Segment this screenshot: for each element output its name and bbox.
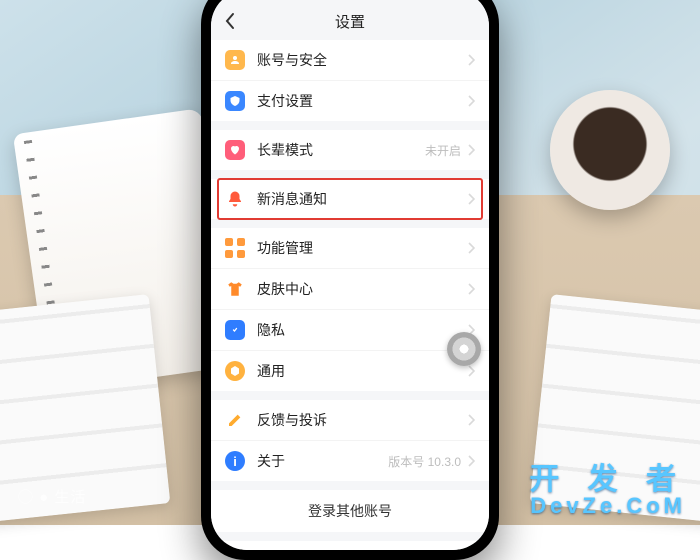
section-separator	[211, 391, 489, 400]
row-feature-management[interactable]: 功能管理	[211, 228, 489, 269]
row-elder-mode[interactable]: 长辈模式 未开启	[211, 130, 489, 170]
chevron-right-icon	[467, 95, 475, 107]
person-icon	[225, 50, 245, 70]
row-label: 关于	[257, 451, 388, 471]
pencil-icon	[225, 410, 245, 430]
chevron-right-icon	[467, 144, 475, 156]
section-separator	[211, 219, 489, 228]
settings-section: 账号与安全 支付设置	[211, 40, 489, 121]
row-account-security[interactable]: 账号与安全	[211, 40, 489, 81]
row-label: 新消息通知	[257, 189, 467, 209]
shield-check-icon	[225, 320, 245, 340]
row-meta: 版本号 10.3.0	[388, 453, 461, 470]
logout-button[interactable]: 退出登录	[211, 541, 489, 550]
hexagon-icon	[225, 361, 245, 381]
row-label: 支付设置	[257, 91, 467, 111]
assistive-touch-button[interactable]	[447, 332, 481, 366]
grid-icon	[225, 238, 245, 258]
row-label: 账号与安全	[257, 50, 467, 70]
chevron-left-icon	[224, 12, 236, 30]
section-separator	[211, 532, 489, 541]
row-label: 皮肤中心	[257, 279, 467, 299]
bell-icon	[225, 189, 245, 209]
section-separator	[211, 481, 489, 490]
settings-section: 长辈模式 未开启	[211, 130, 489, 170]
nav-bar: 设置	[211, 2, 489, 40]
phone-frame: 设置 账号与安全 支付设置 长辈模式 未开启	[201, 0, 499, 560]
watermark-right: 开 发 者 DevZe.CoM	[529, 465, 686, 517]
watermark-right-en: DevZe.CoM	[529, 495, 686, 517]
chevron-right-icon	[467, 365, 475, 377]
coffee-mug-prop	[550, 90, 670, 210]
row-label: 反馈与投诉	[257, 410, 467, 430]
heart-icon	[225, 140, 245, 160]
payment-icon	[225, 91, 245, 111]
settings-section: 功能管理 皮肤中心 隐私 通用	[211, 228, 489, 391]
row-label: 功能管理	[257, 238, 467, 258]
settings-section: 新消息通知	[211, 179, 489, 219]
row-label: 长辈模式	[257, 140, 425, 160]
row-about[interactable]: i 关于 版本号 10.3.0	[211, 441, 489, 481]
phone-screen: 设置 账号与安全 支付设置 长辈模式 未开启	[211, 0, 489, 550]
chevron-right-icon	[467, 193, 475, 205]
watermark-left: ◯ ● 生活	[18, 486, 86, 507]
chevron-right-icon	[467, 455, 475, 467]
watermark-right-cn: 开 发 者	[529, 463, 686, 496]
chevron-right-icon	[467, 54, 475, 66]
page-title: 设置	[335, 11, 365, 32]
row-general[interactable]: 通用	[211, 351, 489, 391]
section-separator	[211, 170, 489, 179]
chevron-right-icon	[467, 283, 475, 295]
section-separator	[211, 121, 489, 130]
row-payment-settings[interactable]: 支付设置	[211, 81, 489, 121]
row-label: 隐私	[257, 320, 467, 340]
chevron-right-icon	[467, 414, 475, 426]
row-skin-center[interactable]: 皮肤中心	[211, 269, 489, 310]
login-other-account-button[interactable]: 登录其他账号	[211, 490, 489, 532]
row-new-message-notify[interactable]: 新消息通知	[211, 179, 489, 219]
back-button[interactable]	[219, 10, 241, 32]
row-label: 通用	[257, 361, 467, 381]
row-meta: 未开启	[425, 142, 461, 159]
tshirt-icon	[225, 279, 245, 299]
row-feedback[interactable]: 反馈与投诉	[211, 400, 489, 441]
chevron-right-icon	[467, 242, 475, 254]
settings-section: 反馈与投诉 i 关于 版本号 10.3.0	[211, 400, 489, 481]
info-icon: i	[225, 451, 245, 471]
